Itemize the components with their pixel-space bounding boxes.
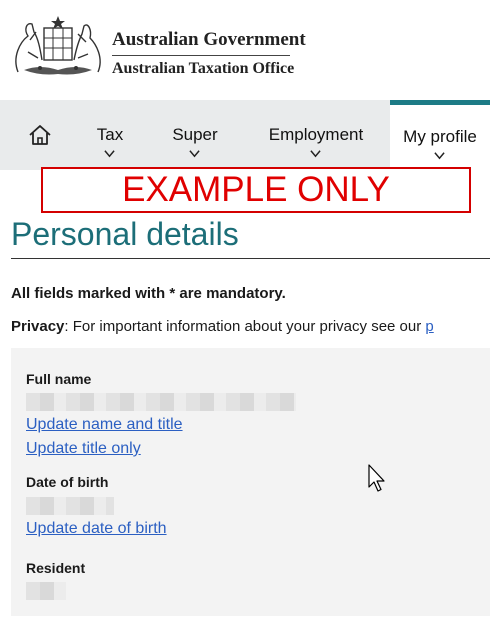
site-header: Australian Government Australian Taxatio…: [0, 0, 490, 100]
privacy-notice: Privacy: For important information about…: [11, 318, 434, 335]
date-of-birth-label: Date of birth: [26, 474, 109, 490]
main-navigation: Tax Super Employment My profile: [0, 100, 490, 170]
agency-name: Australian Taxation Office: [112, 60, 295, 77]
government-name: Australian Government: [112, 29, 306, 50]
update-date-of-birth-link[interactable]: Update date of birth: [26, 520, 167, 538]
privacy-text: : For important information about your p…: [64, 318, 426, 335]
chevron-down-icon: [310, 150, 321, 158]
nav-my-profile-label: My profile: [403, 127, 477, 146]
coat-of-arms-logo: [15, 16, 101, 75]
nav-super[interactable]: Super: [160, 100, 230, 170]
nav-tax-label: Tax: [96, 125, 124, 144]
full-name-label: Full name: [26, 371, 92, 387]
home-icon: [29, 125, 51, 145]
resident-label: Resident: [26, 560, 86, 576]
chevron-down-icon: [104, 150, 115, 158]
nav-employment-label: Employment: [268, 125, 364, 144]
privacy-link[interactable]: p: [425, 318, 433, 335]
header-divider: [112, 55, 290, 56]
nav-employment[interactable]: Employment: [260, 100, 372, 170]
privacy-label: Privacy: [11, 318, 65, 335]
full-name-value-redacted: [26, 393, 296, 411]
date-of-birth-value-redacted: [26, 497, 114, 515]
nav-my-profile[interactable]: My profile: [390, 100, 490, 170]
nav-super-label: Super: [172, 125, 218, 144]
mouse-pointer-icon: [368, 464, 385, 492]
page-title: Personal details: [11, 216, 239, 252]
resident-value-redacted: [26, 582, 66, 600]
chevron-down-icon: [189, 150, 200, 158]
update-title-only-link[interactable]: Update title only: [26, 440, 141, 458]
nav-home[interactable]: [0, 100, 80, 170]
nav-tax[interactable]: Tax: [80, 100, 140, 170]
update-name-and-title-link[interactable]: Update name and title: [26, 416, 183, 434]
chevron-down-icon: [434, 152, 445, 160]
example-only-banner: EXAMPLE ONLY: [41, 167, 471, 213]
mandatory-note: All fields marked with * are mandatory.: [11, 285, 286, 302]
title-divider: [11, 258, 490, 259]
